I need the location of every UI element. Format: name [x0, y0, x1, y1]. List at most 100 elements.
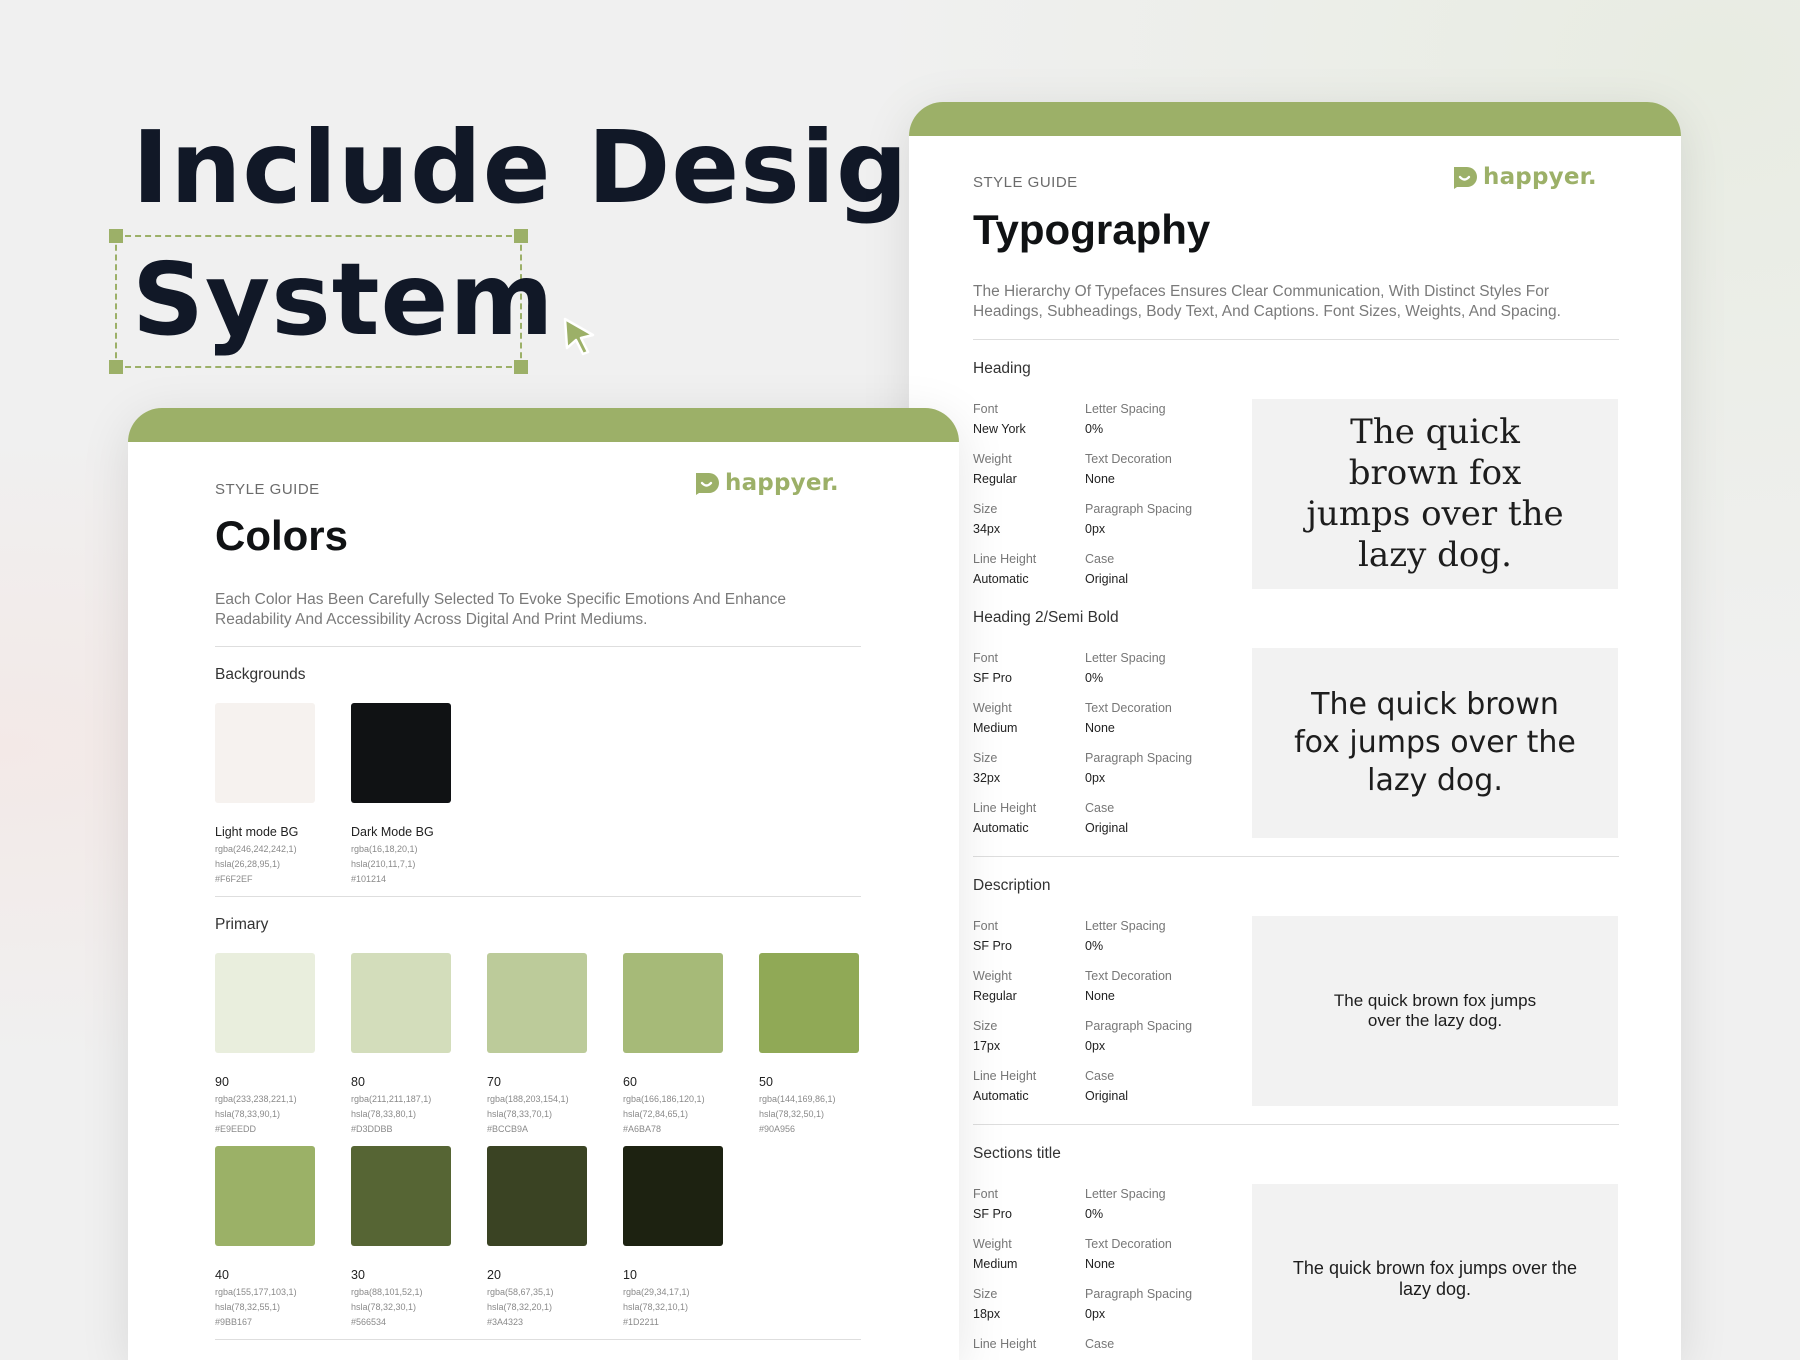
- swatch-hsla: hsla(78,32,50,1): [759, 1109, 825, 1119]
- hero-title-line-1: Include Design: [132, 109, 981, 226]
- sample-text: The quick brown fox jumps over the lazy …: [1306, 412, 1564, 575]
- prop-value: 34px: [973, 522, 1001, 536]
- prop-value: Automatic: [973, 572, 1029, 586]
- swatch-color-box[interactable]: [215, 703, 315, 803]
- swatch-color-box[interactable]: [351, 1146, 451, 1246]
- color-swatch-light-bg[interactable]: Light mode BG rgba(246,242,242,1) hsla(2…: [215, 703, 315, 884]
- swatch-hsla: hsla(78,33,90,1): [215, 1109, 281, 1119]
- swatch-rgba: rgba(88,101,52,1): [351, 1287, 423, 1297]
- prop-label: Case: [1085, 1337, 1115, 1351]
- prop-value: 0px: [1085, 522, 1106, 536]
- page-title: Typography: [973, 206, 1211, 253]
- swatch-color-box[interactable]: [351, 953, 451, 1053]
- prop-label: Font: [973, 1187, 999, 1201]
- swatch-rgba: rgba(166,186,120,1): [623, 1094, 705, 1104]
- prop-value: SF Pro: [973, 671, 1012, 685]
- section-title-sections-title: Sections title: [973, 1145, 1061, 1162]
- color-swatch-primary-30[interactable]: 30 rgba(88,101,52,1) hsla(78,32,30,1) #5…: [351, 1146, 451, 1327]
- logo-text: happyer.: [1483, 164, 1597, 190]
- prop-value: Regular: [973, 472, 1017, 486]
- prop-label: Size: [973, 751, 998, 765]
- swatch-hex: #3A4323: [487, 1317, 524, 1327]
- color-swatch-primary-50[interactable]: 50 rgba(144,169,86,1) hsla(78,32,50,1) #…: [759, 953, 859, 1134]
- swatch-hex: #566534: [351, 1317, 387, 1327]
- prop-value: Medium: [973, 721, 1018, 735]
- divider: [973, 856, 1619, 857]
- section-title-backgrounds: Backgrounds: [215, 666, 306, 683]
- swatch-hex: #9BB167: [215, 1317, 253, 1327]
- card-accent-bar: [909, 102, 1681, 136]
- swatch-color-box[interactable]: [487, 953, 587, 1053]
- prop-value: Automatic: [973, 1089, 1029, 1103]
- prop-value: Automatic: [973, 821, 1029, 835]
- swatch-color-box[interactable]: [623, 1146, 723, 1246]
- color-swatch-primary-10[interactable]: 10 rgba(29,34,17,1) hsla(78,32,10,1) #1D…: [623, 1146, 723, 1327]
- swatch-name: 40: [215, 1268, 229, 1282]
- hero-title-line-2[interactable]: System: [132, 250, 555, 350]
- color-swatch-primary-90[interactable]: 90 rgba(233,238,221,1) hsla(78,33,90,1) …: [215, 953, 315, 1134]
- color-swatch-dark-bg[interactable]: Dark Mode BG rgba(16,18,20,1) hsla(210,1…: [351, 703, 451, 884]
- swatch-rgba: rgba(188,203,154,1): [487, 1094, 569, 1104]
- swatch-hex: #90A956: [759, 1124, 796, 1134]
- section-title-primary: Primary: [215, 916, 269, 933]
- resize-handle-top-left[interactable]: [109, 229, 123, 243]
- happyer-logo: happyer.: [1451, 164, 1597, 190]
- divider: [973, 1124, 1619, 1125]
- prop-value: Regular: [973, 989, 1017, 1003]
- swatch-rgba: rgba(16,18,20,1): [351, 844, 418, 854]
- prop-value: 0%: [1085, 671, 1104, 685]
- swatch-hex: #A6BA78: [623, 1124, 662, 1134]
- prop-label: Case: [1085, 552, 1115, 566]
- prop-value: 17px: [973, 1039, 1001, 1053]
- swatch-color-box[interactable]: [759, 953, 859, 1053]
- section-title-heading-2: Heading 2/Semi Bold: [973, 609, 1119, 626]
- prop-label: Paragraph Spacing: [1085, 502, 1193, 516]
- happyer-logo: happyer.: [693, 470, 839, 496]
- prop-label: Paragraph Spacing: [1085, 751, 1193, 765]
- sample-text: The quick brown fox jumps over the lazy …: [1333, 991, 1537, 1030]
- divider: [215, 1339, 861, 1340]
- color-swatch-primary-60[interactable]: 60 rgba(166,186,120,1) hsla(72,84,65,1) …: [623, 953, 723, 1134]
- swatch-color-box[interactable]: [215, 953, 315, 1053]
- eyebrow-label: STYLE GUIDE: [215, 481, 320, 498]
- prop-label: Font: [973, 402, 999, 416]
- prop-label: Text Decoration: [1085, 452, 1172, 466]
- color-swatch-primary-20[interactable]: 20 rgba(58,67,35,1) hsla(78,32,20,1) #3A…: [487, 1146, 587, 1327]
- color-swatch-primary-70[interactable]: 70 rgba(188,203,154,1) hsla(78,33,70,1) …: [487, 953, 587, 1134]
- color-swatch-primary-80[interactable]: 80 rgba(211,211,187,1) hsla(78,33,80,1) …: [351, 953, 451, 1134]
- resize-handle-bottom-left[interactable]: [109, 360, 123, 374]
- prop-label: Weight: [973, 452, 1012, 466]
- prop-value: SF Pro: [973, 939, 1012, 953]
- swatch-name: 90: [215, 1075, 229, 1089]
- prop-label: Size: [973, 502, 998, 516]
- resize-handle-bottom-right[interactable]: [514, 360, 528, 374]
- prop-label: Letter Spacing: [1085, 1187, 1166, 1201]
- prop-label: Text Decoration: [1085, 1237, 1172, 1251]
- swatch-name: 60: [623, 1075, 637, 1089]
- prop-value: None: [1085, 1257, 1115, 1271]
- swatch-hsla: hsla(72,84,65,1): [623, 1109, 689, 1119]
- swatch-hex: #D3DDBB: [351, 1124, 393, 1134]
- swatch-color-box[interactable]: [487, 1146, 587, 1246]
- prop-value: 0px: [1085, 1039, 1106, 1053]
- prop-value: 0%: [1085, 422, 1104, 436]
- swatch-color-box[interactable]: [623, 953, 723, 1053]
- swatch-hsla: hsla(26,28,95,1): [215, 859, 281, 869]
- prop-label: Text Decoration: [1085, 969, 1172, 983]
- prop-label: Size: [973, 1287, 998, 1301]
- prop-value: 0%: [1085, 1207, 1104, 1221]
- swatch-rgba: rgba(155,177,103,1): [215, 1287, 297, 1297]
- sample-text: The quick brown fox jumps over the lazy …: [1292, 1258, 1578, 1299]
- swatch-color-box[interactable]: [351, 703, 451, 803]
- prop-label: Weight: [973, 701, 1012, 715]
- sample-text: The quick brown fox jumps over the lazy …: [1294, 687, 1576, 798]
- swatch-rgba: rgba(58,67,35,1): [487, 1287, 554, 1297]
- section-title-heading: Heading: [973, 360, 1031, 377]
- type-sample-description: The quick brown fox jumps over the lazy …: [1252, 916, 1618, 1106]
- prop-label: Line Height: [973, 1069, 1037, 1083]
- swatch-color-box[interactable]: [215, 1146, 315, 1246]
- prop-value: None: [1085, 721, 1115, 735]
- color-swatch-primary-40[interactable]: 40 rgba(155,177,103,1) hsla(78,32,55,1) …: [215, 1146, 315, 1327]
- prop-label: Case: [1085, 1069, 1115, 1083]
- prop-value: 32px: [973, 771, 1001, 785]
